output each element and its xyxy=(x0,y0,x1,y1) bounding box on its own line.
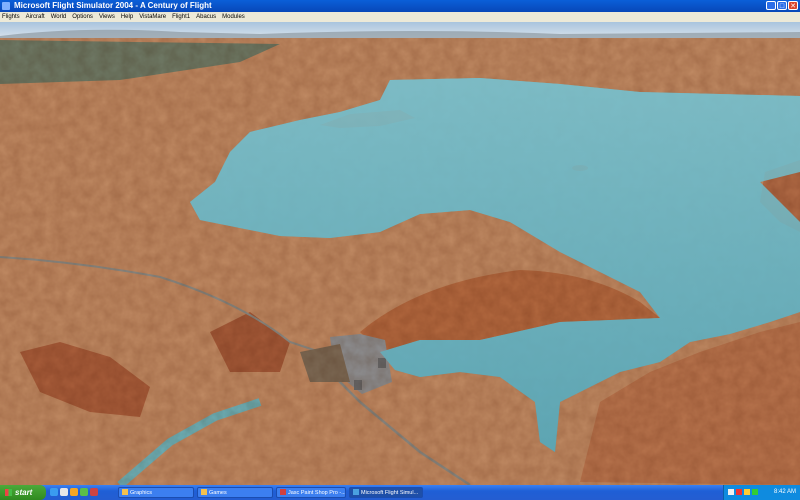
tray-icon-4[interactable] xyxy=(752,489,758,495)
menu-views[interactable]: Views xyxy=(99,12,115,22)
task-paint-shop-pro[interactable]: Jasc Paint Shop Pro -... xyxy=(276,487,346,498)
folder-icon xyxy=(201,489,207,495)
app-icon-1[interactable] xyxy=(80,488,88,496)
flight-simulator-icon xyxy=(353,489,359,495)
menu-aircraft[interactable]: Aircraft xyxy=(26,12,45,22)
task-games[interactable]: Games xyxy=(197,487,273,498)
task-graphics[interactable]: Graphics xyxy=(118,487,194,498)
menu-modules[interactable]: Modules xyxy=(222,12,245,22)
menu-flight1[interactable]: Flight1 xyxy=(172,12,190,22)
window-title: Microsoft Flight Simulator 2004 - A Cent… xyxy=(14,1,212,10)
menu-vistamare[interactable]: VistaMare xyxy=(139,12,166,22)
ie-icon[interactable] xyxy=(50,488,58,496)
system-tray: 8:42 AM xyxy=(723,485,800,500)
tray-icon-3[interactable] xyxy=(744,489,750,495)
menu-help[interactable]: Help xyxy=(121,12,133,22)
clock[interactable]: 8:42 AM xyxy=(774,485,796,500)
task-flight-simulator[interactable]: Microsoft Flight Simul... xyxy=(349,487,423,498)
start-label: start xyxy=(15,488,33,497)
menu-flights[interactable]: Flights xyxy=(2,12,20,22)
menu-options[interactable]: Options xyxy=(72,12,93,22)
app-icon-2[interactable] xyxy=(90,488,98,496)
tray-icon-1[interactable] xyxy=(728,489,734,495)
paint-shop-icon xyxy=(280,489,286,495)
menu-world[interactable]: World xyxy=(51,12,67,22)
media-icon[interactable] xyxy=(70,488,78,496)
minimize-button[interactable]: _ xyxy=(766,1,776,10)
start-button[interactable]: start xyxy=(0,485,46,500)
title-bar: Microsoft Flight Simulator 2004 - A Cent… xyxy=(0,0,800,12)
desktop-icon[interactable] xyxy=(60,488,68,496)
simulator-viewport[interactable] xyxy=(0,22,800,485)
close-button[interactable]: ✕ xyxy=(788,1,798,10)
quick-launch xyxy=(50,488,98,496)
app-icon xyxy=(2,2,10,10)
menu-abacus[interactable]: Abacus xyxy=(196,12,216,22)
windows-logo-icon xyxy=(5,489,12,496)
taskbar: start Graphics Games Jasc Paint Shop Pro… xyxy=(0,485,800,500)
maximize-button[interactable]: □ xyxy=(777,1,787,10)
folder-icon xyxy=(122,489,128,495)
tray-icon-2[interactable] xyxy=(736,489,742,495)
menu-bar: Flights Aircraft World Options Views Hel… xyxy=(0,12,800,22)
